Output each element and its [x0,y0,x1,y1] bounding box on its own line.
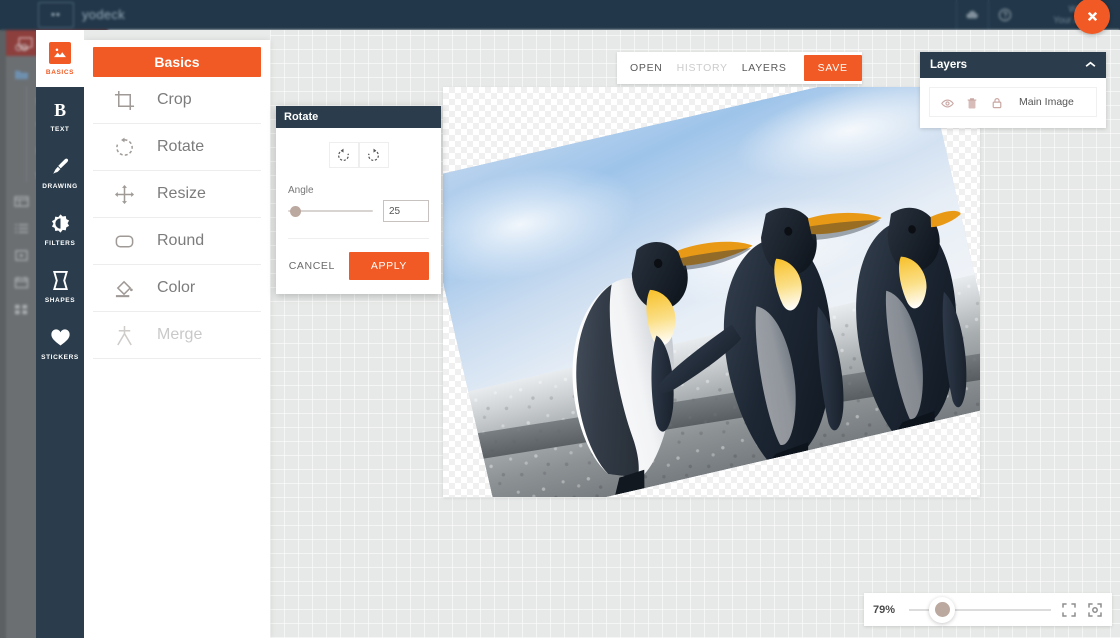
round-icon [113,230,135,252]
layer-name: Main Image [1019,96,1074,108]
menu-item-crop[interactable]: Crop [93,77,261,124]
angle-slider-handle[interactable] [290,206,301,217]
menu-item-label: Resize [157,185,206,202]
merge-icon [113,324,135,346]
layers-panel-header[interactable]: Layers [920,52,1106,78]
tab-basics[interactable]: BASICS [36,30,84,87]
tab-label: FILTERS [44,239,76,247]
layers-panel-title: Layers [930,59,968,71]
rotate-icon [113,136,135,158]
editor-canvas[interactable] [443,87,980,497]
menu-item-resize[interactable]: Resize [93,171,261,218]
menu-item-label: Merge [157,326,203,343]
penguin-photograph [443,87,980,497]
editor-tool-rail: BASICS B TEXT DRAWING FILTERS SHAPES STI… [36,30,84,638]
angle-slider[interactable] [288,204,373,218]
menu-item-label: Crop [157,91,192,108]
editor-toolbar: OPEN HISTORY LAYERS SAVE [617,52,862,84]
canvas-image-layer[interactable] [443,87,980,497]
apply-button[interactable]: APPLY [348,252,429,280]
save-button[interactable]: SAVE [803,55,862,81]
penguin-figures [572,207,966,495]
zoom-percentage: 79% [873,603,896,616]
tab-stickers[interactable]: STICKERS [36,315,84,372]
bold-b-icon: B [49,99,71,121]
menu-item-label: Round [157,232,205,249]
rotate-ccw-icon[interactable] [328,142,359,168]
basics-panel-title: Basics [93,47,261,77]
tab-filters[interactable]: FILTERS [36,201,84,258]
rotate-quick-buttons [288,142,429,168]
angle-input[interactable] [383,200,429,222]
tab-label: STICKERS [41,353,79,361]
rotate-dialog: Rotate Angle 25 CANCEL APPLY [276,106,441,294]
menu-item-color[interactable]: Color [93,265,261,312]
app-root: D M IM VI PD W [0,0,1120,638]
menu-item-merge[interactable]: Merge [93,312,261,359]
menu-item-round[interactable]: Round [93,218,261,265]
eye-icon[interactable] [941,96,954,109]
tab-text[interactable]: B TEXT [36,87,84,144]
open-button[interactable]: OPEN [630,62,663,74]
shape-icon [49,270,71,292]
cancel-button[interactable]: CANCEL [289,260,335,272]
history-button[interactable]: HISTORY [677,62,728,74]
image-icon [49,41,71,64]
layers-panel: Layers Main Image [920,52,1106,128]
menu-item-label: Rotate [157,138,205,155]
tab-label: DRAWING [42,182,78,190]
crop-icon [113,89,135,111]
contrast-icon [49,213,71,235]
layers-button[interactable]: LAYERS [742,62,787,74]
angle-control: Angle [288,185,429,222]
menu-item-rotate[interactable]: Rotate [93,124,261,171]
fit-screen-icon[interactable] [1061,602,1077,618]
layers-list: Main Image [920,78,1106,128]
basics-menu-list: Crop Rotate Resize Round Color Merge [84,77,270,359]
lock-icon[interactable] [991,96,1004,109]
tab-drawing[interactable]: DRAWING [36,144,84,201]
heart-icon [49,327,71,349]
actual-size-icon[interactable] [1087,602,1103,618]
zoom-slider[interactable] [909,596,1051,623]
zoom-control-bar: 79% [864,593,1112,626]
chevron-up-icon[interactable] [1085,59,1096,71]
trash-icon[interactable] [966,96,979,109]
rotate-dialog-title: Rotate [276,106,441,128]
tab-label: SHAPES [44,296,76,304]
zoom-slider-handle[interactable] [929,596,955,623]
image-editor: OPEN HISTORY LAYERS SAVE Layers Main Ima… [36,30,1120,638]
basics-menu-panel: Basics Crop Rotate Resize Round Color Me… [84,40,270,638]
tab-label: BASICS [45,68,75,76]
layer-row[interactable]: Main Image [929,87,1097,117]
paint-bucket-icon [113,277,135,299]
tab-shapes[interactable]: SHAPES [36,258,84,315]
rotate-dialog-actions: CANCEL APPLY [276,239,441,294]
tab-label: TEXT [50,125,70,133]
menu-item-label: Color [157,279,196,296]
resize-icon [113,183,135,205]
svg-text:B: B [54,100,66,119]
angle-label: Angle [288,185,314,196]
brush-icon [49,156,71,178]
rotate-cw-icon[interactable] [358,142,389,168]
rotate-dialog-body: Angle [276,128,441,239]
